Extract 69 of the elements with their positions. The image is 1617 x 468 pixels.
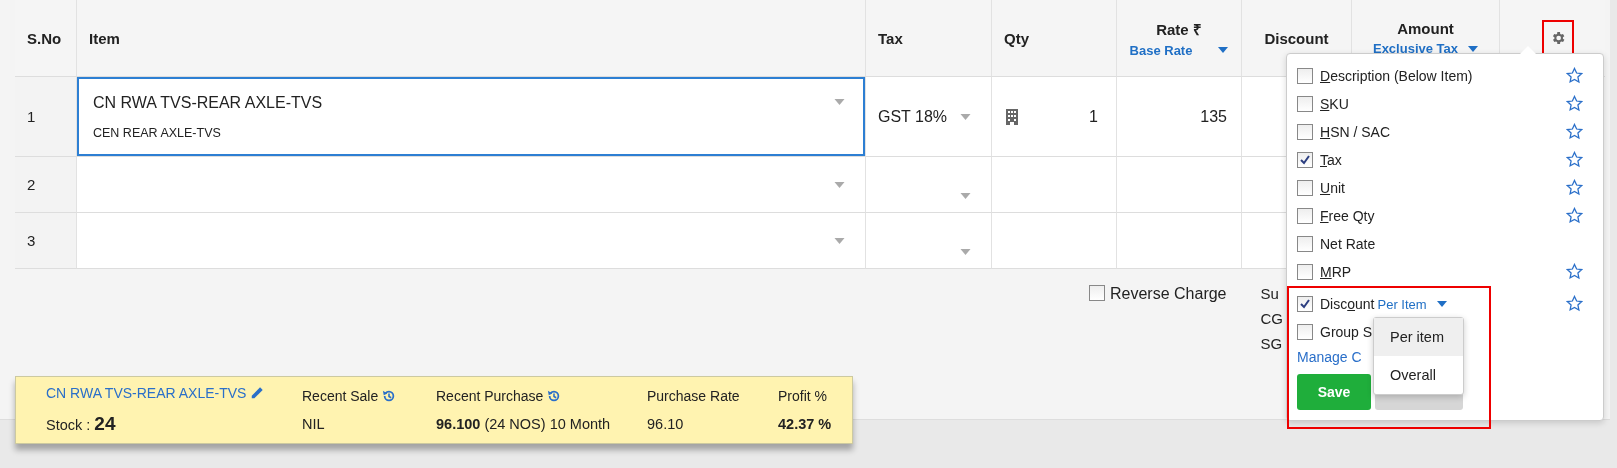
column-option-checkbox[interactable]: Discount <box>1297 296 1375 312</box>
column-header: Tax <box>878 29 904 47</box>
dropdown-caret-icon <box>834 237 845 244</box>
item-description: CEN REAR AXLE-TVS <box>93 125 222 140</box>
history-icon[interactable] <box>382 389 397 403</box>
checkmark-icon <box>1299 154 1311 166</box>
caret-icon <box>1436 301 1447 307</box>
column-header: Amount <box>1397 20 1454 37</box>
item-field[interactable]: CN RWA TVS-REAR AXLE-TVS CEN REAR AXLE-TVS <box>77 77 865 156</box>
column-option-checkbox[interactable]: Unit <box>1297 180 1345 196</box>
info-value: NIL <box>302 416 325 432</box>
info-label: Recent Sale <box>302 388 379 404</box>
dropdown-caret-icon <box>960 248 971 255</box>
info-label: Purchase Rate <box>647 388 740 404</box>
caret-icon <box>1218 47 1229 53</box>
menu-item[interactable]: Overall <box>1374 356 1463 394</box>
info-label: Recent Purchase <box>436 388 544 404</box>
column-option-checkbox[interactable]: HSN / SAC <box>1297 124 1391 140</box>
rate-value: 135 <box>1200 107 1227 126</box>
star-icon[interactable] <box>1566 95 1583 112</box>
info-value: 96.100 (24 NOS) 10 Month <box>436 416 611 432</box>
star-icon[interactable] <box>1566 263 1583 280</box>
column-option-dropdown[interactable]: Base Rate <box>1129 38 1229 58</box>
stock-value: 24 <box>94 413 116 435</box>
item-link[interactable]: CN RWA TVS-REAR AXLE-TVS <box>46 385 247 401</box>
dropdown-caret-icon <box>960 113 971 120</box>
menu-item[interactable]: Per item <box>1374 318 1463 356</box>
history-icon[interactable] <box>547 389 562 403</box>
star-icon[interactable] <box>1566 295 1583 312</box>
reverse-charge-checkbox[interactable]: Reverse Charge <box>1089 285 1227 367</box>
column-header: Discount <box>1264 29 1329 47</box>
column-option-checkbox[interactable]: MRP <box>1297 264 1352 280</box>
star-icon[interactable] <box>1566 151 1583 168</box>
column-option-checkbox[interactable]: Free Qty <box>1297 208 1375 224</box>
column-option-checkbox[interactable]: SKU <box>1297 96 1349 112</box>
dropdown-caret-icon <box>960 192 971 199</box>
column-header: Rate ₹ <box>1156 19 1202 39</box>
tax-dropdown[interactable]: GST 18% <box>878 77 991 156</box>
column-option-checkbox[interactable]: Tax <box>1297 152 1342 168</box>
pencil-icon[interactable] <box>250 386 265 400</box>
row-number: 3 <box>27 232 36 249</box>
quantity-value: 1 <box>1089 107 1098 126</box>
star-icon[interactable] <box>1566 207 1583 224</box>
column-option-checkbox[interactable]: Group S <box>1297 324 1373 340</box>
summary-label: Su <box>1260 285 1280 302</box>
row-number: 2 <box>27 176 36 193</box>
summary-label: SG <box>1260 335 1283 352</box>
column-header: Item <box>89 29 121 47</box>
column-option-checkbox[interactable]: Net Rate <box>1297 236 1376 252</box>
dropdown-caret-icon <box>834 181 845 188</box>
info-label: Profit % <box>778 388 827 404</box>
summary-label: CG <box>1260 310 1283 327</box>
column-option-checkbox[interactable]: Description (Below Item) <box>1297 68 1473 84</box>
star-icon[interactable] <box>1566 67 1583 84</box>
info-value: 42.37 % <box>778 416 832 432</box>
manage-link[interactable]: Manage C <box>1297 349 1362 365</box>
item-name: CN RWA TVS-REAR AXLE-TVS <box>93 93 323 112</box>
column-header: Qty <box>1004 29 1030 47</box>
star-icon[interactable] <box>1566 179 1583 196</box>
star-icon[interactable] <box>1566 123 1583 140</box>
info-value: 96.10 <box>647 416 684 432</box>
stock-label: Stock : <box>46 417 91 433</box>
discount-mode-dropdown[interactable]: Per Item <box>1377 296 1447 312</box>
column-option-dropdown[interactable]: Exclusive Tax <box>1372 37 1478 56</box>
column-header: S.No <box>27 29 63 47</box>
checkmark-icon <box>1299 298 1311 310</box>
row-number: 1 <box>27 108 36 125</box>
building-icon <box>1006 108 1018 125</box>
dropdown-caret-icon <box>834 99 845 105</box>
